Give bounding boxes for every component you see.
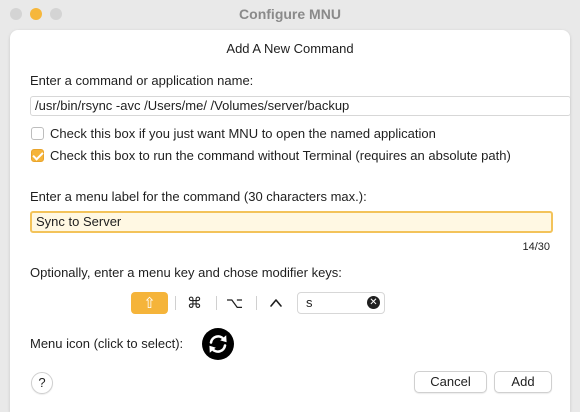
shift-modifier-button[interactable]: ⇧ — [131, 292, 168, 314]
cancel-button[interactable]: Cancel — [414, 371, 487, 393]
sync-arrows-icon — [209, 335, 227, 353]
add-button[interactable]: Add — [494, 371, 552, 393]
no-terminal-checkbox[interactable] — [31, 149, 44, 162]
menu-icon-prompt: Menu icon (click to select): — [30, 336, 184, 351]
window-title: Configure MNU — [239, 6, 341, 22]
clear-icon[interactable]: ✕ — [367, 296, 380, 309]
command-modifier-button[interactable]: ⌘ — [176, 292, 213, 314]
option-modifier-button[interactable]: ⌥ — [216, 292, 253, 314]
command-input[interactable]: /usr/bin/rsync -avc /Users/me/ /Volumes/… — [30, 96, 571, 116]
modifier-keys-control: ⇧ ⌘ ⌥ — [131, 292, 291, 314]
open-app-checkbox-label[interactable]: Check this box if you just want MNU to o… — [50, 126, 436, 141]
title-bar: Configure MNU — [0, 0, 580, 30]
no-terminal-checkbox-label[interactable]: Check this box to run the command withou… — [50, 148, 511, 163]
configure-window: Configure MNU Add A New Command Enter a … — [0, 0, 580, 412]
add-command-sheet: Add A New Command Enter a command or app… — [10, 30, 571, 412]
menu-label-input[interactable]: Sync to Server — [30, 211, 553, 233]
command-prompt-label: Enter a command or application name: — [30, 73, 254, 88]
help-button[interactable]: ? — [31, 372, 53, 394]
menu-key-prompt: Optionally, enter a menu key and chose m… — [30, 265, 342, 280]
menu-label-prompt: Enter a menu label for the command (30 c… — [30, 189, 367, 204]
sheet-title: Add A New Command — [226, 41, 354, 56]
character-counter: 14/30 — [522, 241, 550, 253]
open-app-checkbox[interactable] — [31, 127, 44, 140]
control-modifier-button[interactable] — [257, 292, 294, 314]
control-caret-icon — [269, 299, 282, 307]
menu-key-input[interactable]: s — [306, 295, 313, 310]
sync-icon[interactable] — [202, 328, 234, 360]
menu-key-field[interactable]: s ✕ — [297, 292, 385, 314]
